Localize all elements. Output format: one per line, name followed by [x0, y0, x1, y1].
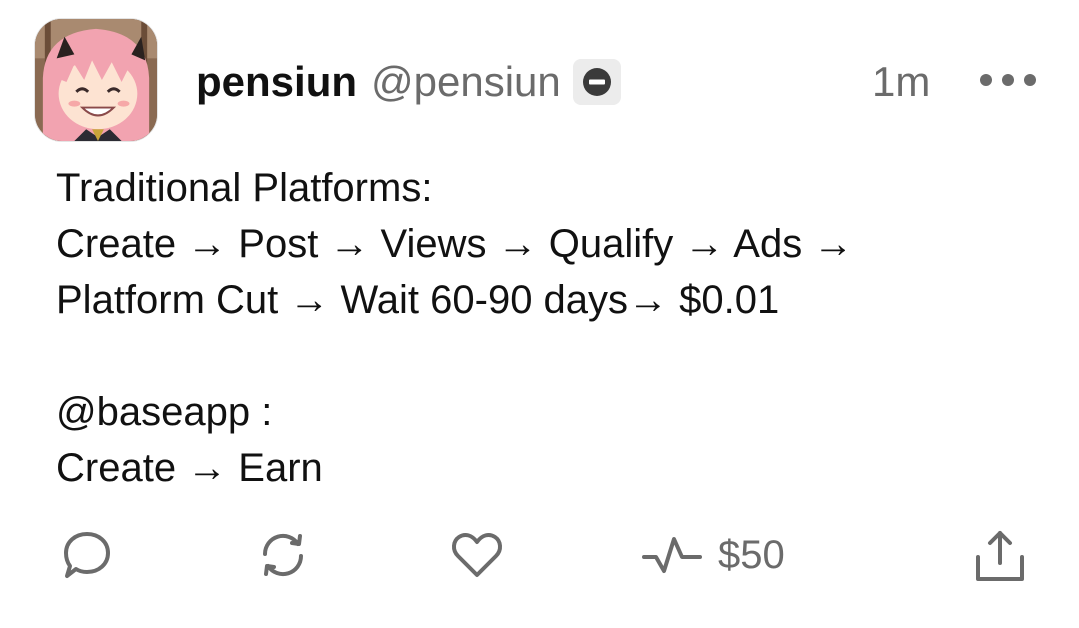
tips-amount: $50: [718, 532, 785, 577]
more-dot: [1024, 74, 1036, 86]
user-badge: [572, 59, 621, 105]
heart-icon: [452, 532, 502, 577]
mention-line[interactable]: @baseapp :: [56, 384, 1046, 440]
avatar-icon: [35, 19, 157, 141]
minus-circle-icon: [582, 68, 611, 96]
more-dot: [1002, 74, 1014, 86]
more-options-button[interactable]: [980, 64, 1036, 96]
post-line: Create → Earn: [56, 446, 323, 490]
post-line: Traditional Platforms:: [56, 166, 433, 210]
tips-button[interactable]: $50: [642, 522, 785, 588]
action-bar: $50: [0, 522, 1079, 588]
recast-button[interactable]: [256, 522, 310, 588]
share-icon: [976, 531, 1024, 581]
post-line-blank: [56, 328, 1046, 384]
recast-icon: [262, 533, 304, 577]
post-line: Create → Post → Views → Qualify → Ads →: [56, 222, 854, 266]
share-button[interactable]: [972, 522, 1028, 588]
post-body: Traditional Platforms: Create → Post → V…: [56, 160, 1046, 496]
timestamp: 1m: [872, 58, 931, 105]
comment-icon: [64, 532, 110, 578]
handle[interactable]: @pensiun: [371, 58, 561, 106]
post-card[interactable]: pensiun @pensiun 1m Traditional Platform…: [0, 0, 1079, 628]
display-name[interactable]: pensiun: [196, 58, 357, 106]
more-horizontal-icon: [980, 74, 992, 86]
avatar[interactable]: [34, 18, 158, 142]
post-line: Platform Cut → Wait 60-90 days→ $0.01: [56, 278, 780, 322]
reply-button[interactable]: [62, 522, 112, 588]
post-header: pensiun @pensiun: [196, 54, 621, 110]
like-button[interactable]: [450, 522, 504, 588]
activity-icon: [642, 537, 702, 573]
